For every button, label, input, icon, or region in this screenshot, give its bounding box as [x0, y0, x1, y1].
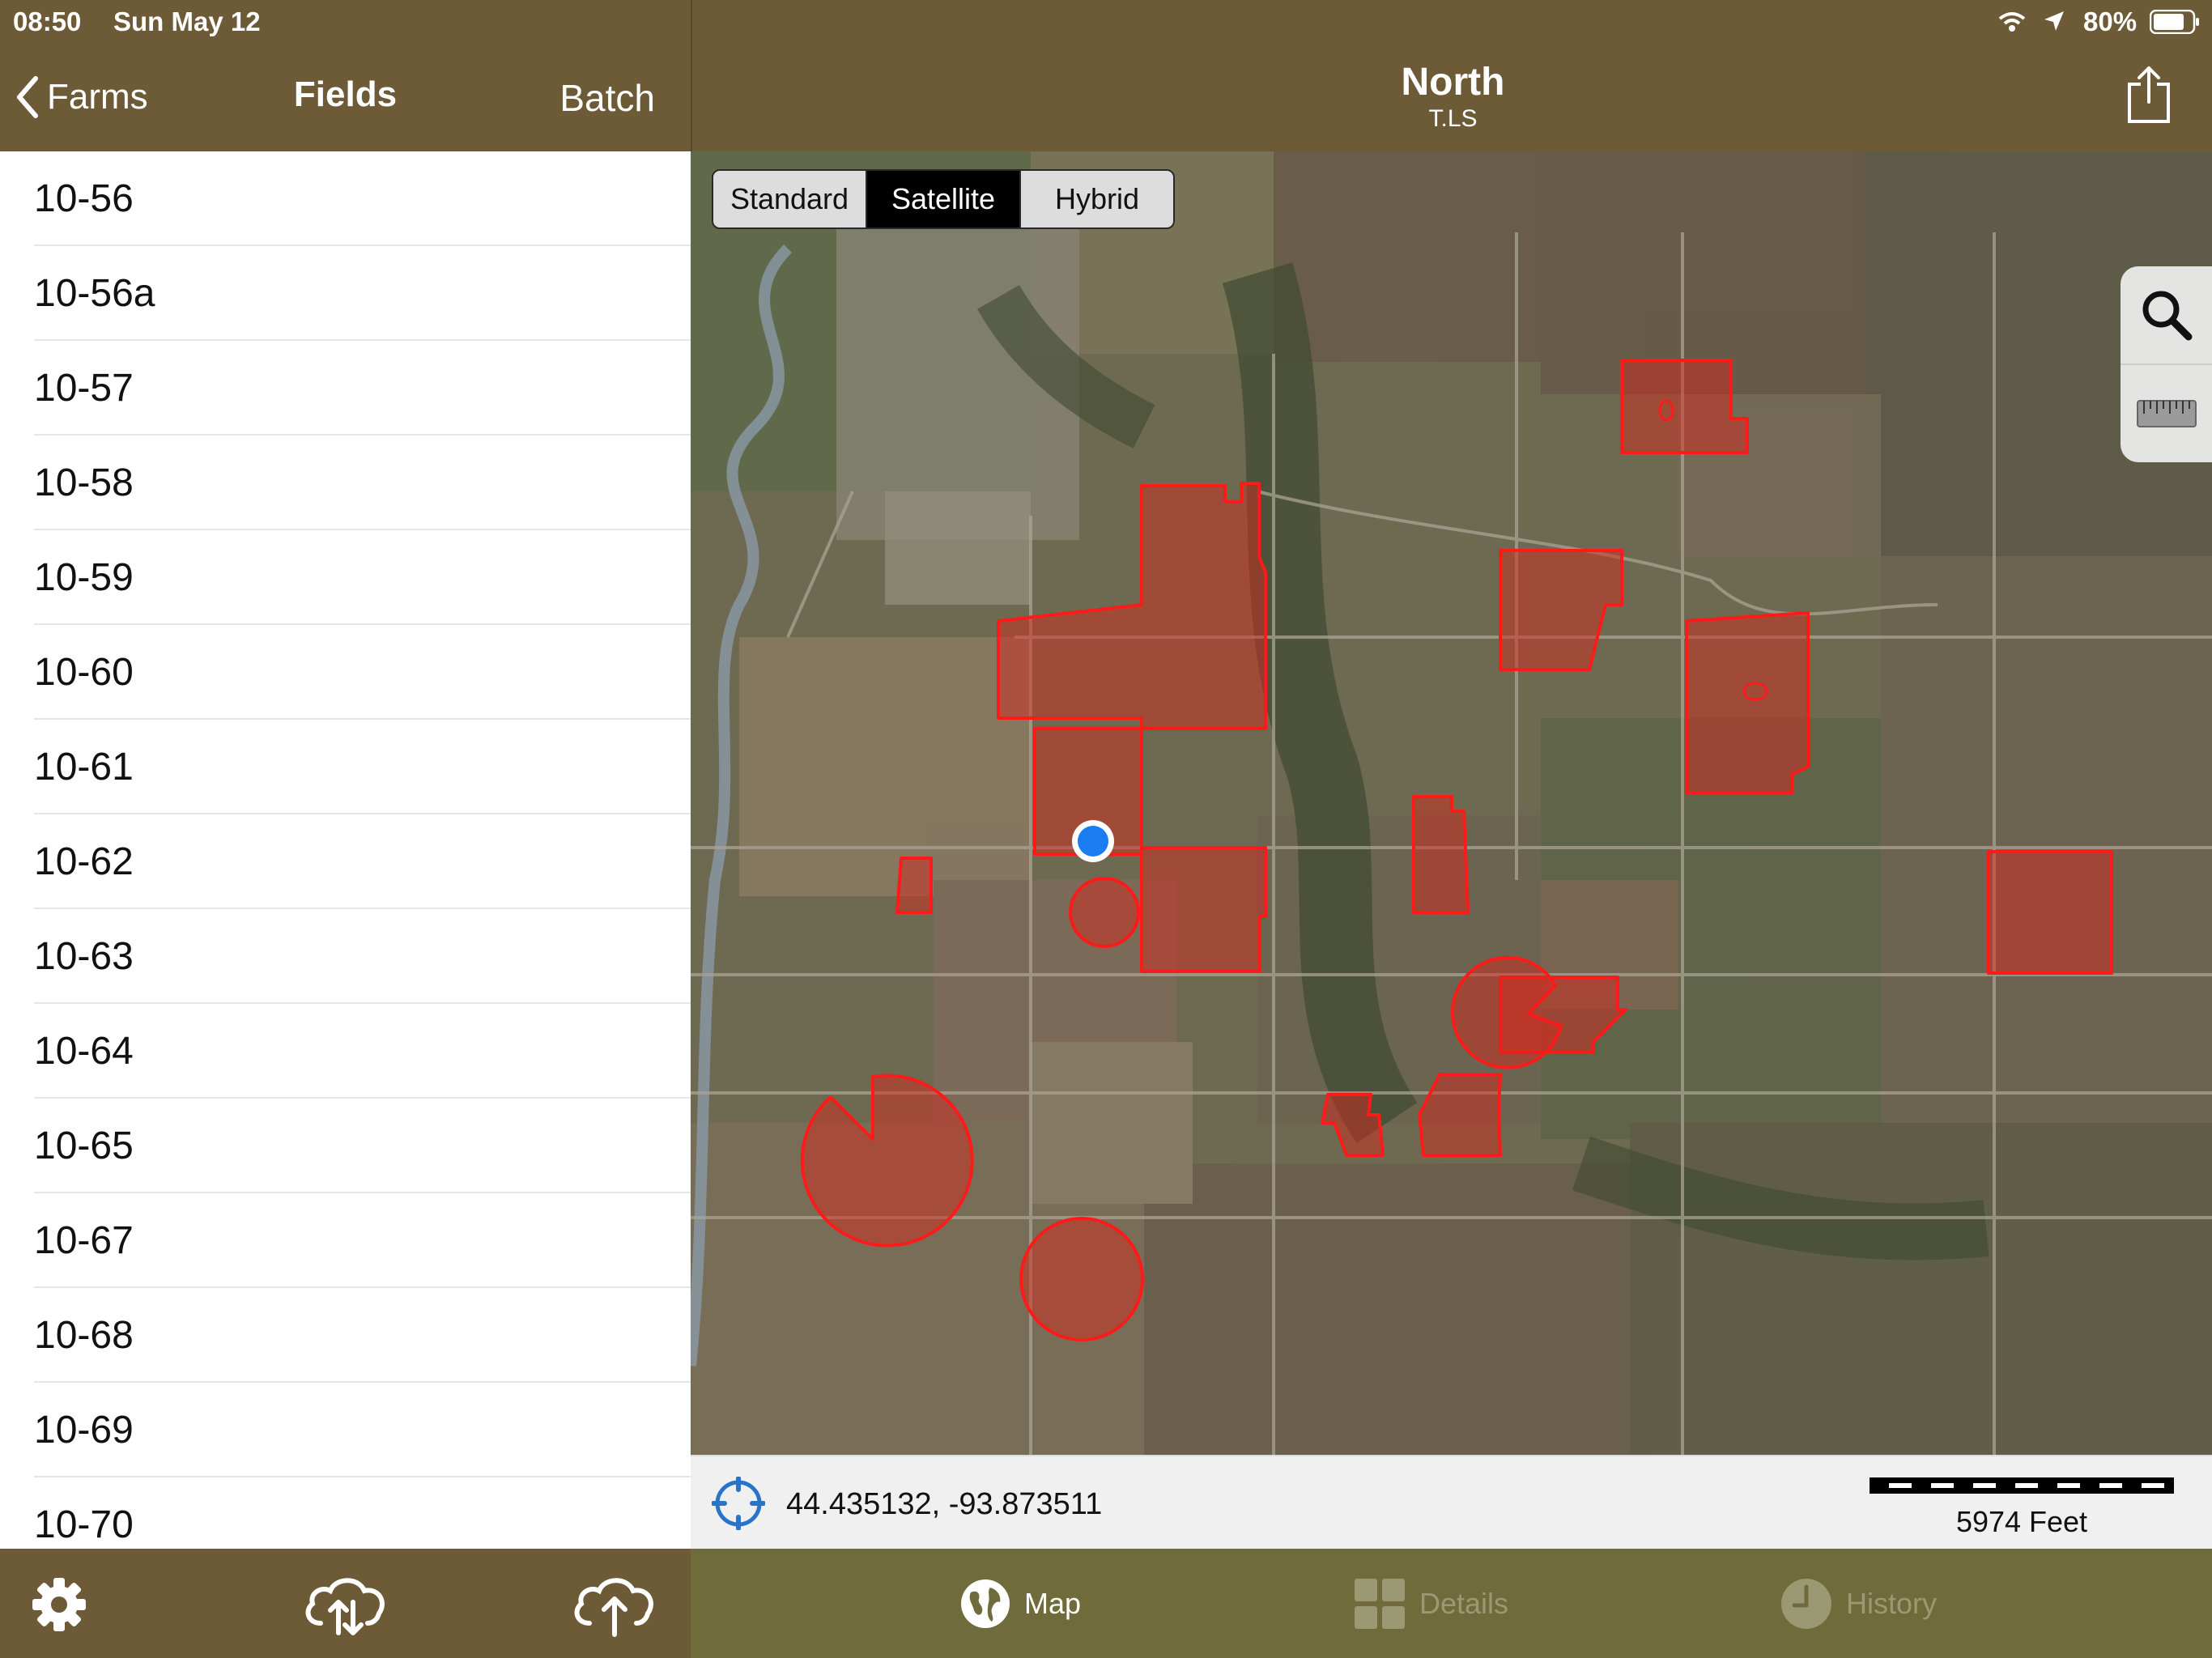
battery-percent: 80%	[2083, 6, 2138, 36]
field-name: 10-70	[34, 1503, 134, 1546]
field-name: 10-56a	[34, 272, 155, 315]
status-time: 08:50	[13, 6, 82, 36]
field-list-item[interactable]: 10-61	[0, 720, 691, 814]
field-name: 10-59	[34, 556, 134, 599]
tab-map-label: Map	[1024, 1586, 1082, 1620]
farm-subtitle: T.LS	[1428, 105, 1478, 132]
map-tools	[2121, 266, 2212, 462]
satellite-map[interactable]: Standard Satellite Hybrid	[691, 151, 2212, 1455]
field-name: 10-65	[34, 1124, 134, 1167]
main-header: 80% North T.LS	[691, 0, 2212, 151]
field-name: 10-68	[34, 1314, 134, 1357]
map-mode-standard[interactable]: Standard	[713, 171, 867, 227]
tab-history[interactable]: History	[1780, 1549, 1937, 1658]
field-name: 10-61	[34, 746, 134, 789]
ruler-icon	[2136, 400, 2197, 427]
field-list-item[interactable]: 10-63	[0, 909, 691, 1004]
search-icon	[2142, 291, 2192, 341]
field-name: 10-69	[34, 1409, 134, 1452]
field-list-item[interactable]: 10-69	[0, 1383, 691, 1477]
tab-details-label: Details	[1419, 1586, 1509, 1620]
fields-sidebar: 08:50 Sun May 12 Farms Fields Batch 10-5…	[0, 0, 691, 1658]
field-name: 10-64	[34, 1030, 134, 1073]
field-list-item[interactable]: 10-68	[0, 1288, 691, 1383]
scale-label: 5974 Feet	[1955, 1505, 2088, 1538]
status-date: Sun May 12	[113, 6, 261, 36]
field-name: 10-57	[34, 367, 134, 410]
share-icon[interactable]	[2126, 65, 2172, 125]
batch-button[interactable]: Batch	[559, 76, 655, 120]
field-name: 10-67	[34, 1219, 134, 1262]
tab-history-label: History	[1846, 1586, 1938, 1620]
field-list-item[interactable]: 10-56a	[0, 246, 691, 341]
sidebar-header: 08:50 Sun May 12 Farms Fields Batch	[0, 0, 691, 151]
field-name: 10-58	[34, 461, 134, 504]
tab-map[interactable]: Map	[959, 1549, 1081, 1658]
field-list-item[interactable]: 10-62	[0, 814, 691, 909]
tab-bar: Map Details History	[691, 1549, 2212, 1658]
map-mode-satellite[interactable]: Satellite	[867, 171, 1021, 227]
field-list-item[interactable]: 10-56	[0, 151, 691, 246]
tab-details[interactable]: Details	[1353, 1549, 1508, 1658]
coordinate-readout: 44.435132, -93.873511	[786, 1487, 1103, 1521]
field-name: 10-60	[34, 651, 134, 694]
cloud-upload-icon[interactable]	[570, 1570, 659, 1638]
chevron-left-icon	[17, 76, 38, 118]
field-list: 10-56 10-56a 10-57 10-58 10-59 10-60 10-…	[0, 151, 691, 1549]
back-button-label: Farms	[47, 77, 148, 117]
field-list-item[interactable]: 10-67	[0, 1193, 691, 1288]
sidebar-toolbar	[0, 1549, 691, 1658]
measure-button[interactable]	[2121, 365, 2212, 462]
location-arrow-icon	[2044, 11, 2064, 31]
battery-icon	[2150, 10, 2199, 34]
map-type-selector: Standard Satellite Hybrid	[712, 169, 1175, 229]
clock-icon	[1781, 1578, 1831, 1629]
field-list-item[interactable]: 10-57	[0, 341, 691, 436]
gear-icon[interactable]	[31, 1576, 87, 1633]
farm-title: North	[1401, 61, 1505, 104]
field-list-item[interactable]: 10-59	[0, 530, 691, 625]
field-name: 10-56	[34, 177, 134, 220]
crosshair-icon[interactable]	[712, 1477, 765, 1530]
field-name: 10-63	[34, 935, 134, 978]
grid-icon	[1355, 1578, 1405, 1629]
map-panel: 80% North T.LS Standard Satellite Hybrid…	[691, 0, 2212, 1658]
globe-icon	[961, 1579, 1010, 1628]
cloud-sync-icon[interactable]	[301, 1570, 390, 1638]
field-list-item[interactable]: 10-64	[0, 1004, 691, 1099]
field-list-item[interactable]: 10-70	[0, 1477, 691, 1549]
map-canvas	[691, 151, 2212, 1455]
scale-bar	[1870, 1477, 2174, 1494]
back-button[interactable]: Farms	[15, 71, 148, 123]
coordinate-bar: 44.435132, -93.873511 5974 Feet	[691, 1455, 2212, 1550]
field-list-item[interactable]: 10-60	[0, 625, 691, 720]
search-button[interactable]	[2121, 266, 2212, 365]
field-list-item[interactable]: 10-65	[0, 1099, 691, 1193]
field-list-item[interactable]: 10-58	[0, 436, 691, 530]
wifi-icon	[1998, 12, 2026, 32]
map-mode-hybrid[interactable]: Hybrid	[1021, 171, 1173, 227]
field-name: 10-62	[34, 840, 134, 883]
